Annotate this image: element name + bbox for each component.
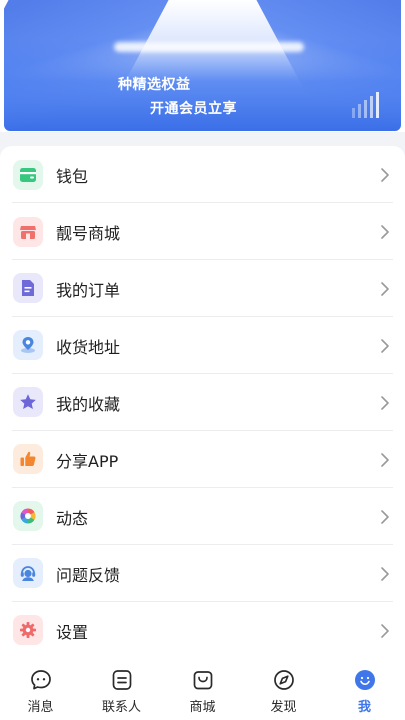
menu-item-label: 收货地址 bbox=[56, 337, 121, 357]
menu-item-settings[interactable]: 设置 bbox=[0, 602, 405, 659]
star-icon bbox=[13, 387, 43, 417]
menu-item-share-app[interactable]: 分享APP bbox=[0, 431, 405, 488]
menu-item-label: 问题反馈 bbox=[56, 565, 121, 585]
tab-contacts[interactable]: 联系人 bbox=[81, 658, 162, 720]
chevron-right-icon bbox=[381, 167, 389, 182]
chevron-right-icon bbox=[381, 509, 389, 524]
order-document-icon bbox=[13, 273, 43, 303]
chevron-right-icon bbox=[381, 566, 389, 581]
banner-decoration-left bbox=[4, 0, 174, 131]
tab-messages[interactable]: 消息 bbox=[0, 658, 81, 720]
menu-item-my-favorites[interactable]: 我的收藏 bbox=[0, 374, 405, 431]
menu-list: 钱包 靓号商城 我的订单 收货地址 我的收藏 分享APP 动态 问题反馈 设置 bbox=[0, 146, 405, 658]
tab-mall[interactable]: 商城 bbox=[162, 658, 243, 720]
tab-me[interactable]: 我 bbox=[324, 658, 405, 720]
chevron-right-icon bbox=[381, 338, 389, 353]
menu-item-label: 靓号商城 bbox=[56, 223, 121, 243]
customer-service-icon bbox=[13, 558, 43, 588]
bottom-tab-bar: 消息 联系人 商城 发现 我 bbox=[0, 658, 405, 720]
menu-item-moments[interactable]: 动态 bbox=[0, 488, 405, 545]
menu-item-label: 分享APP bbox=[56, 451, 119, 471]
vip-banner[interactable]: 种精选权益 开通会员立享 bbox=[0, 0, 405, 132]
banner-membership-text: 开通会员立享 bbox=[150, 101, 237, 117]
menu-item-number-store[interactable]: 靓号商城 bbox=[0, 203, 405, 260]
chevron-right-icon bbox=[381, 224, 389, 239]
menu-item-label: 动态 bbox=[56, 508, 89, 528]
tab-label: 联系人 bbox=[101, 700, 141, 715]
tab-label: 发现 bbox=[270, 700, 297, 715]
compass-icon bbox=[273, 670, 294, 690]
aperture-icon bbox=[13, 501, 43, 531]
store-icon bbox=[13, 217, 43, 247]
message-bubble-icon bbox=[30, 670, 51, 690]
thumbs-up-icon bbox=[13, 444, 43, 474]
chevron-right-icon bbox=[381, 452, 389, 467]
contacts-icon bbox=[112, 670, 131, 690]
tab-label: 我 bbox=[357, 700, 371, 715]
tab-label: 商城 bbox=[189, 700, 216, 715]
menu-item-label: 我的收藏 bbox=[56, 394, 121, 414]
shopping-bag-icon bbox=[193, 671, 212, 690]
menu-item-wallet[interactable]: 钱包 bbox=[0, 146, 405, 203]
tab-label: 消息 bbox=[27, 700, 54, 715]
chevron-right-icon bbox=[381, 623, 389, 638]
smiley-profile-icon bbox=[354, 670, 375, 690]
menu-item-feedback[interactable]: 问题反馈 bbox=[0, 545, 405, 602]
menu-item-my-orders[interactable]: 我的订单 bbox=[0, 260, 405, 317]
tab-discover[interactable]: 发现 bbox=[243, 658, 324, 720]
wallet-icon bbox=[13, 160, 43, 190]
menu-item-label: 钱包 bbox=[56, 166, 89, 186]
banner-glow bbox=[114, 42, 304, 52]
gear-icon bbox=[13, 615, 43, 645]
chevron-right-icon bbox=[381, 395, 389, 410]
chevron-right-icon bbox=[381, 281, 389, 296]
location-pin-icon bbox=[13, 330, 43, 360]
banner-decoration-bars bbox=[352, 92, 379, 118]
menu-item-label: 我的订单 bbox=[56, 280, 121, 300]
banner-benefits-text: 种精选权益 bbox=[118, 77, 191, 93]
menu-item-label: 设置 bbox=[56, 622, 89, 642]
menu-item-shipping-address[interactable]: 收货地址 bbox=[0, 317, 405, 374]
